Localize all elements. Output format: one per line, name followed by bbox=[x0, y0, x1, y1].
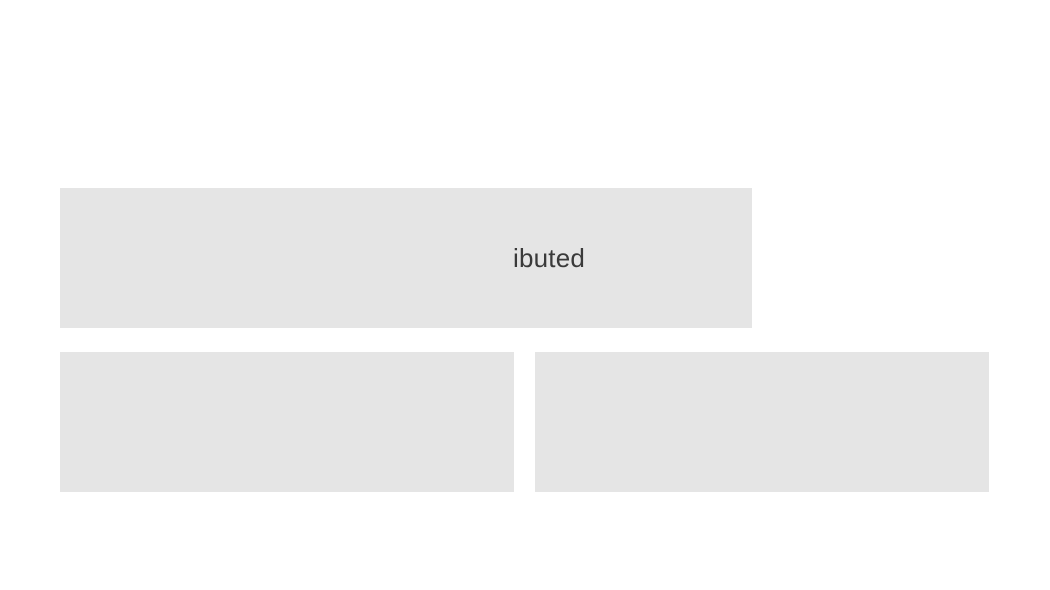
hero-placeholder: ibuted bbox=[60, 188, 752, 328]
card-placeholder-left bbox=[60, 352, 514, 492]
card-placeholder-right bbox=[535, 352, 989, 492]
hero-text-fragment: ibuted bbox=[513, 243, 585, 274]
